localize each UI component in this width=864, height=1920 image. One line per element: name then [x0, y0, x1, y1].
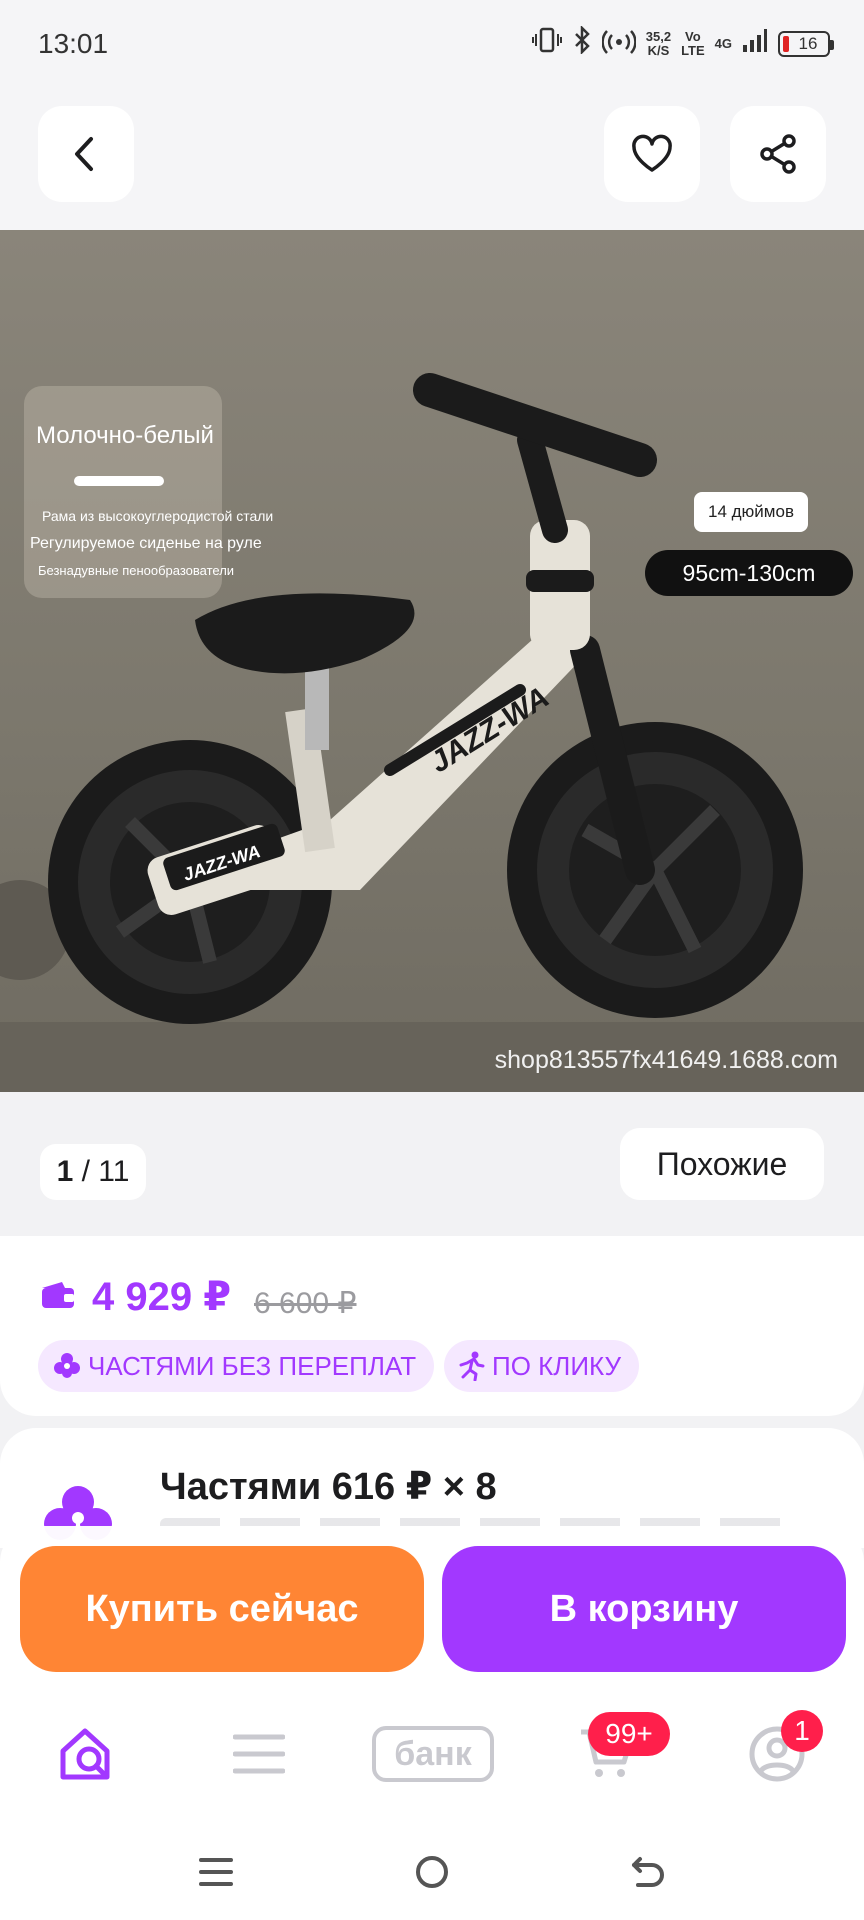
home-button[interactable] — [402, 1844, 462, 1900]
bank-label: банк — [372, 1726, 494, 1782]
favorite-button[interactable] — [604, 106, 700, 202]
feature-tires: Безнадувные пенообразователи — [38, 563, 235, 578]
home-search-icon — [60, 1728, 110, 1780]
battery-level: 16 — [798, 33, 818, 53]
nav-bank[interactable]: банк — [368, 1714, 498, 1794]
image-watermark: shop813557fx41649.1688.com — [494, 1046, 838, 1074]
hotspot-icon — [601, 26, 637, 61]
product-image-gallery[interactable]: JAZZ-WA JAZZ-WA Молочно-белый Рама из вы… — [0, 230, 864, 1092]
balance-bike-image: JAZZ-WA JAZZ-WA — [0, 373, 803, 1024]
feature-frame: Рама из высокоуглеродистой стали — [42, 508, 274, 524]
installments-tag[interactable]: ЧАСТЯМИ БЕЗ ПЕРЕПЛАТ — [38, 1340, 435, 1392]
price-card: 4 929 ₽ 6 600 ₽ ЧАСТЯМИ БЕЗ ПЕРЕПЛАТ ПО … — [0, 1236, 864, 1416]
current-price: 4 929 ₽ — [92, 1275, 232, 1319]
color-divider — [74, 476, 164, 486]
menu-icon — [233, 1734, 285, 1774]
back-button[interactable] — [38, 106, 134, 202]
status-icons: 35,2 K/S Vo LTE 4G 16 — [531, 24, 834, 61]
heart-icon — [632, 134, 672, 172]
cart-badge: 99+ — [588, 1712, 670, 1756]
nav-home[interactable] — [42, 1714, 132, 1794]
status-bar: 13:01 35,2 K/S Vo LTE 4G 16 — [0, 0, 864, 88]
bottom-navigation: банк 99+ 1 — [0, 1684, 864, 1824]
installments-title: Частями 616 ₽ × 8 — [160, 1466, 497, 1508]
share-button[interactable] — [730, 106, 826, 202]
system-navigation — [0, 1824, 864, 1920]
system-back-icon — [632, 1857, 664, 1887]
nav-catalog[interactable] — [214, 1714, 304, 1794]
signal-icon — [742, 27, 768, 60]
recents-icon — [199, 1858, 233, 1886]
system-back-button[interactable] — [618, 1844, 678, 1900]
wallet-icon — [42, 1282, 74, 1308]
recents-button[interactable] — [186, 1844, 246, 1900]
color-name: Молочно-белый — [36, 422, 214, 449]
home-circle-icon — [416, 1856, 448, 1888]
gallery-pager-row: 1 / 11 Похожие — [0, 1092, 864, 1236]
battery-icon: 16 — [778, 30, 834, 57]
running-person-icon — [459, 1351, 485, 1381]
profile-badge: 1 — [781, 1710, 823, 1752]
back-icon — [75, 137, 93, 171]
bluetooth-icon — [572, 24, 592, 61]
clover-icon — [54, 1353, 80, 1378]
buy-now-button[interactable]: Купить сейчас — [20, 1546, 424, 1672]
similar-products-button[interactable]: Похожие — [620, 1128, 824, 1200]
feature-seat: Регулируемое сиденье на руле — [30, 535, 262, 552]
network-speed: 35,2 K/S — [645, 28, 672, 58]
vibrate-icon — [531, 26, 562, 61]
share-icon — [760, 134, 796, 174]
wheel-size-badge: 14 дюймов — [694, 492, 808, 532]
status-time: 13:01 — [38, 28, 109, 59]
one-click-tag[interactable]: ПО КЛИКУ — [444, 1340, 639, 1392]
volte-indicator: Vo LTE — [681, 28, 705, 58]
image-page-counter: 1 / 11 — [40, 1144, 146, 1200]
old-price: 6 600 ₽ — [254, 1287, 357, 1320]
height-range-badge: 95cm-130cm — [645, 550, 853, 596]
add-to-cart-button[interactable]: В корзину — [442, 1546, 846, 1672]
network-type: 4G — [714, 35, 732, 51]
purchase-action-bar: Купить сейчас В корзину — [0, 1526, 864, 1684]
top-bar — [0, 88, 864, 230]
